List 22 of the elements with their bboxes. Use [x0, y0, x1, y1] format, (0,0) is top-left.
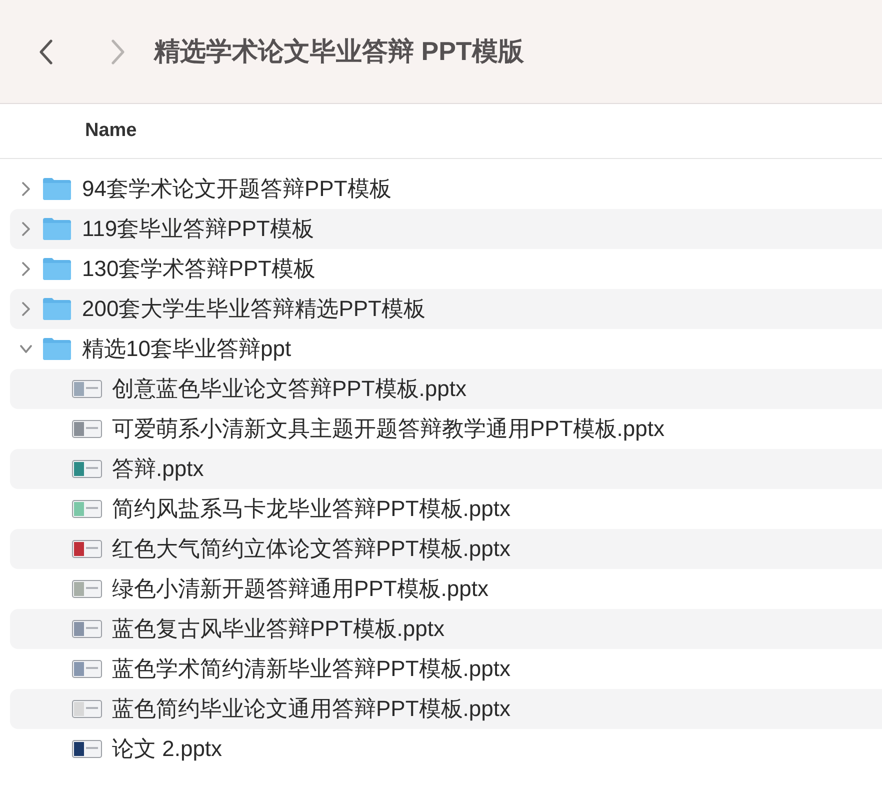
disclosure-chevron-icon[interactable] [20, 222, 32, 236]
file-name[interactable]: 论文 2.pptx [112, 734, 222, 764]
folder-icon [42, 297, 72, 321]
disclosure-chevron-icon[interactable] [20, 342, 32, 356]
column-header[interactable]: Name [85, 120, 137, 142]
folder-icon [42, 257, 72, 281]
window-title: 精选学术论文毕业答辩 PPT模版 [154, 35, 524, 68]
disclosure-chevron-icon[interactable] [20, 262, 32, 276]
file-name[interactable]: 蓝色学术简约清新毕业答辩PPT模板.pptx [112, 654, 510, 684]
file-name[interactable]: 可爱萌系小清新文具主题开题答辩教学通用PPT模板.pptx [112, 414, 664, 444]
folder-name[interactable]: 119套毕业答辩PPT模板 [82, 214, 314, 244]
file-name[interactable]: 答辩.pptx [112, 454, 204, 484]
folder-name[interactable]: 94套学术论文开题答辩PPT模板 [82, 174, 392, 204]
folder-name[interactable]: 130套学术答辩PPT模板 [82, 254, 316, 284]
disclosure-chevron-icon[interactable] [20, 302, 32, 316]
folder-name[interactable]: 精选10套毕业答辩ppt [82, 334, 292, 364]
file-name[interactable]: 简约风盐系马卡龙毕业答辩PPT模板.pptx [112, 494, 510, 524]
folder-icon [42, 177, 72, 201]
file-name[interactable]: 绿色小清新开题答辩通用PPT模板.pptx [112, 574, 488, 604]
folder-icon [42, 337, 72, 361]
disclosure-chevron-icon[interactable] [20, 182, 32, 196]
folder-icon [42, 217, 72, 241]
